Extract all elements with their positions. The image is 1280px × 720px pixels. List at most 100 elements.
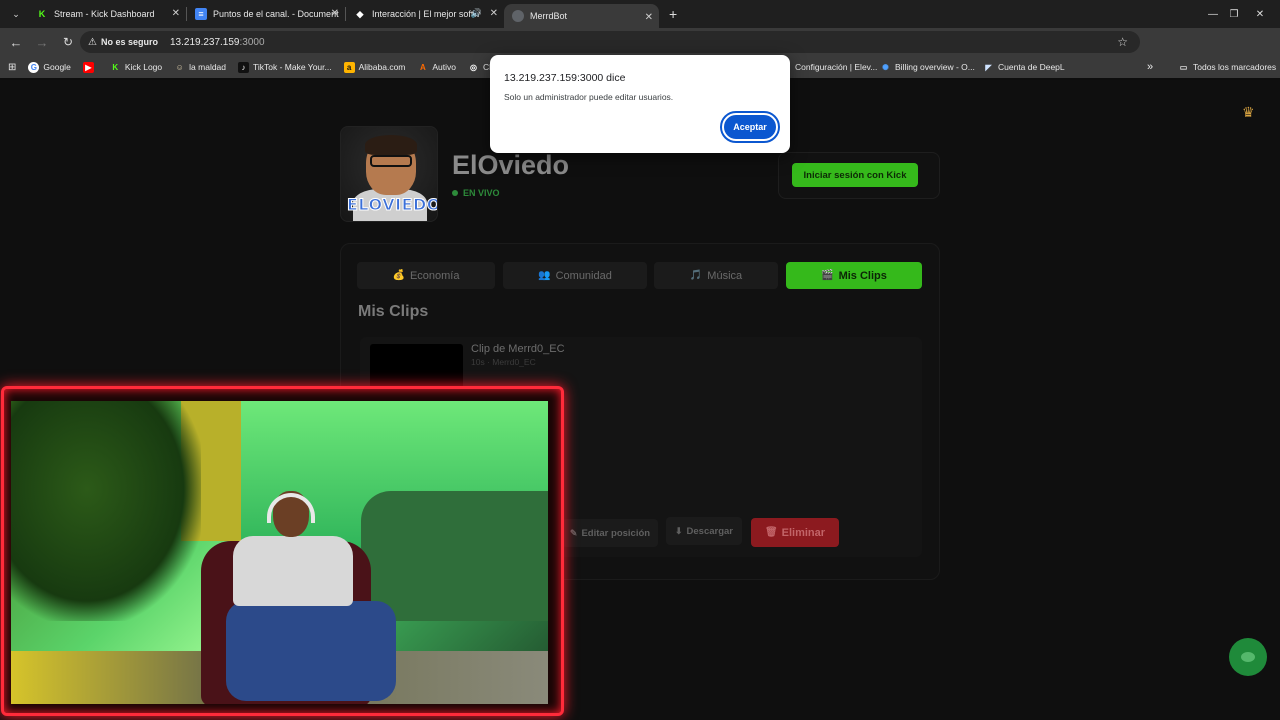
bookmark-autivo[interactable]: A Autivo bbox=[417, 62, 456, 73]
bookmark-label: Todos los marcadores bbox=[1193, 62, 1277, 72]
bookmark-label: Alibaba.com bbox=[358, 62, 406, 72]
bookmark-configuracion[interactable]: ⚙Configuración | Elev... bbox=[780, 62, 877, 73]
url-text[interactable]: 13.219.237.159:3000 bbox=[170, 37, 265, 48]
music-note-icon: 🎵 bbox=[689, 270, 703, 281]
chat-bubble-icon bbox=[1241, 652, 1255, 662]
button-label: Descargar bbox=[686, 525, 734, 537]
live-label: EN VIVO bbox=[463, 188, 500, 198]
edit-position-button[interactable]: ✎ Editar posición bbox=[562, 519, 658, 547]
clip-title: Clip de Merrd0_EC bbox=[471, 343, 565, 355]
bookmark-la-maldad[interactable]: ☺ la maldad bbox=[174, 62, 226, 73]
close-tab-icon[interactable]: ✕ bbox=[645, 12, 653, 23]
tab-comunidad[interactable]: 👥 Comunidad bbox=[503, 262, 647, 289]
kick-icon: K bbox=[112, 62, 119, 72]
trash-icon: 🗑 bbox=[764, 527, 778, 538]
audio-playing-icon[interactable]: 🔊 bbox=[471, 8, 482, 19]
kick-icon: K bbox=[38, 9, 46, 19]
browser-tab-kick-dashboard[interactable]: K Stream - Kick Dashboard ✕ bbox=[28, 0, 186, 28]
bookmark-youtube[interactable]: ▶ bbox=[82, 61, 98, 73]
live-dot-icon bbox=[452, 190, 458, 196]
avatar-hair bbox=[365, 135, 417, 155]
face-icon: ☺ bbox=[175, 62, 184, 72]
bookmark-label: TikTok - Make Your... bbox=[253, 62, 332, 72]
folder-icon: ▭ bbox=[1179, 62, 1188, 72]
accept-button[interactable]: Aceptar bbox=[720, 111, 780, 143]
money-bag-icon: 💰 bbox=[392, 270, 405, 281]
reload-button[interactable]: ↻ bbox=[56, 30, 80, 54]
new-tab-button[interactable]: + bbox=[669, 6, 677, 22]
bookmark-label: la maldad bbox=[189, 62, 227, 72]
globe-icon bbox=[512, 10, 524, 22]
button-label: Eliminar bbox=[781, 526, 826, 539]
bookmark-label: Autivo bbox=[432, 62, 457, 72]
bookmark-label: Kick Logo bbox=[124, 62, 163, 72]
close-tab-icon[interactable]: ✕ bbox=[331, 8, 339, 19]
bookmark-tiktok[interactable]: ♪ TikTok - Make Your... bbox=[238, 61, 332, 73]
close-tab-icon[interactable]: ✕ bbox=[172, 8, 180, 19]
bookmark-deepl[interactable]: ◤ Cuenta de DeepL bbox=[983, 62, 1065, 73]
clip-meta: 10s · Merrd0_EC bbox=[471, 357, 536, 367]
bookmark-kick-logo[interactable]: K Kick Logo bbox=[110, 62, 162, 73]
browser-tab-bar: ⌄ K Stream - Kick Dashboard ✕ ≡ Puntos d… bbox=[0, 0, 1280, 28]
apps-grid-icon[interactable]: ⊞ bbox=[8, 62, 16, 73]
bookmark-star-icon[interactable]: ☆ bbox=[1117, 35, 1128, 49]
diamond-icon: ◆ bbox=[356, 8, 364, 19]
bookmark-alibaba[interactable]: a Alibaba.com bbox=[343, 61, 406, 73]
forward-button[interactable]: → bbox=[30, 30, 54, 54]
alert-dialog: 13.219.237.159:3000 dice Solo un adminis… bbox=[490, 55, 790, 153]
url-port: :3000 bbox=[239, 36, 265, 48]
streamer-name: ElOviedo bbox=[452, 150, 570, 180]
tab-title: MerrdBot bbox=[530, 11, 568, 21]
tab-title: Interacción | El mejor softw bbox=[372, 9, 480, 19]
tab-musica[interactable]: 🎵 Música bbox=[654, 262, 778, 289]
bookmarks-overflow-button[interactable]: » bbox=[1147, 61, 1153, 73]
browser-tab-puntos[interactable]: ≡ Puntos de el canal. - Document ✕ bbox=[187, 0, 345, 28]
kick-login-button[interactable]: Iniciar sesión con Kick bbox=[792, 163, 918, 187]
bookmark-google[interactable]: G Google bbox=[28, 61, 71, 73]
tab-label: Economía bbox=[409, 269, 460, 282]
bookmark-label: Configuración | Elev... bbox=[795, 62, 878, 72]
warning-icon[interactable]: ⚠ bbox=[88, 37, 97, 48]
browser-tab-interaccion[interactable]: ◆ Interacción | El mejor softw 🔊 ✕ bbox=[346, 0, 504, 28]
close-tab-icon[interactable]: ✕ bbox=[490, 8, 498, 19]
youtube-icon: ▶ bbox=[82, 61, 94, 73]
all-bookmarks-folder[interactable]: ▭ Todos los marcadores bbox=[1178, 62, 1276, 73]
bookmark-billing[interactable]: ✺ Billing overview - O... bbox=[880, 62, 975, 73]
bookmark-label: Billing overview - O... bbox=[895, 62, 975, 72]
openai-icon: ✺ bbox=[882, 62, 889, 72]
dialog-message: Solo un administrador puede editar usuar… bbox=[504, 92, 674, 102]
crown-icon[interactable]: ♛ bbox=[1242, 104, 1255, 121]
tab-label: Comunidad bbox=[555, 269, 612, 282]
tab-mis-clips[interactable]: 🎬 Mis Clips bbox=[786, 262, 922, 289]
dialog-title: 13.219.237.159:3000 dice bbox=[504, 72, 626, 84]
delete-button[interactable]: 🗑 Eliminar bbox=[751, 518, 839, 547]
tiktok-icon: ♪ bbox=[238, 61, 250, 73]
alibaba-icon: a bbox=[343, 61, 355, 73]
back-button[interactable]: ← bbox=[4, 30, 28, 54]
browser-tab-merrdbot[interactable]: MerrdBot ✕ bbox=[504, 4, 659, 28]
chat-button[interactable] bbox=[1229, 638, 1267, 676]
people-icon: 👥 bbox=[538, 270, 551, 281]
clapperboard-icon: 🎬 bbox=[821, 270, 834, 281]
security-status[interactable]: No es seguro bbox=[101, 37, 158, 47]
tab-economia[interactable]: 💰 Economía bbox=[357, 262, 495, 289]
webcam-person-legs bbox=[226, 601, 396, 701]
bookmark-label: Google bbox=[43, 62, 71, 72]
docs-icon: ≡ bbox=[195, 8, 207, 20]
tab-search-icon[interactable]: ⌄ bbox=[4, 2, 28, 26]
download-icon: ⬇ bbox=[674, 525, 683, 536]
webcam-person-body bbox=[233, 536, 353, 606]
edit-icon: ✎ bbox=[569, 527, 578, 538]
close-window-button[interactable]: ✕ bbox=[1240, 0, 1280, 28]
chatgpt-icon: ◎ bbox=[470, 62, 477, 72]
avatar-glasses bbox=[370, 155, 412, 167]
tab-label: Música bbox=[707, 269, 743, 282]
address-bar[interactable]: ⚠ No es seguro 13.219.237.159:3000 ☆ bbox=[80, 31, 1140, 53]
autivo-icon: A bbox=[420, 62, 426, 72]
tab-label: Mis Clips bbox=[838, 269, 887, 282]
webcam-video bbox=[11, 401, 548, 704]
download-button[interactable]: ⬇ Descargar bbox=[666, 517, 742, 545]
bookmark-label: Cuenta de DeepL bbox=[998, 62, 1065, 72]
deepl-icon: ◤ bbox=[985, 62, 992, 72]
browser-toolbar: ← → ↻ ⚠ No es seguro 13.219.237.159:3000… bbox=[0, 28, 1280, 76]
